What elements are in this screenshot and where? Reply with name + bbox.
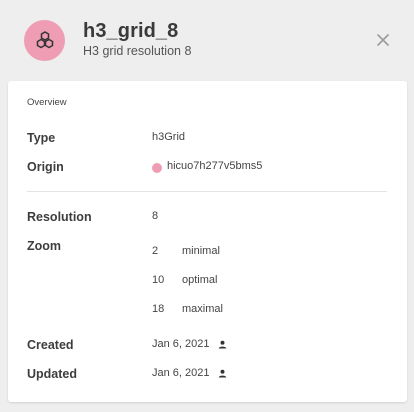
zoom-opt-value: 10 [152,274,165,286]
zoom-max-value: 18 [152,303,165,315]
panel-header: h3_grid_8 H3 grid resolution 8 [0,0,414,80]
created-label: Created [27,338,74,352]
section-title: Overview [27,97,67,108]
overview-card: Overview Type h3Grid Origin hicuo7h277v5… [8,81,407,402]
resolution-label: Resolution [27,210,92,224]
type-value: h3Grid [152,131,186,143]
zoom-min-label: minimal [182,245,220,257]
zoom-label: Zoom [27,239,62,253]
type-label: Type [27,131,56,145]
hexagon-cluster-icon [36,30,53,48]
page-subtitle: H3 grid resolution 8 [83,44,192,58]
zoom-opt-label: optimal [182,274,218,286]
updated-value: Jan 6, 2021 [152,367,210,379]
person-icon[interactable] [218,369,227,378]
close-button[interactable] [374,31,392,49]
resolution-value: 8 [152,210,159,222]
person-icon[interactable] [218,340,227,349]
updated-label: Updated [27,367,77,381]
close-icon [377,34,389,46]
zoom-min-value: 2 [152,245,159,257]
created-value: Jan 6, 2021 [152,338,210,350]
divider [27,191,387,192]
zoom-max-label: maximal [182,303,223,315]
layer-avatar [24,20,65,61]
origin-color-dot [152,163,162,173]
origin-label: Origin [27,160,64,174]
origin-value[interactable]: hicuo7h277v5bms5 [167,160,262,172]
page-title: h3_grid_8 [83,20,179,42]
